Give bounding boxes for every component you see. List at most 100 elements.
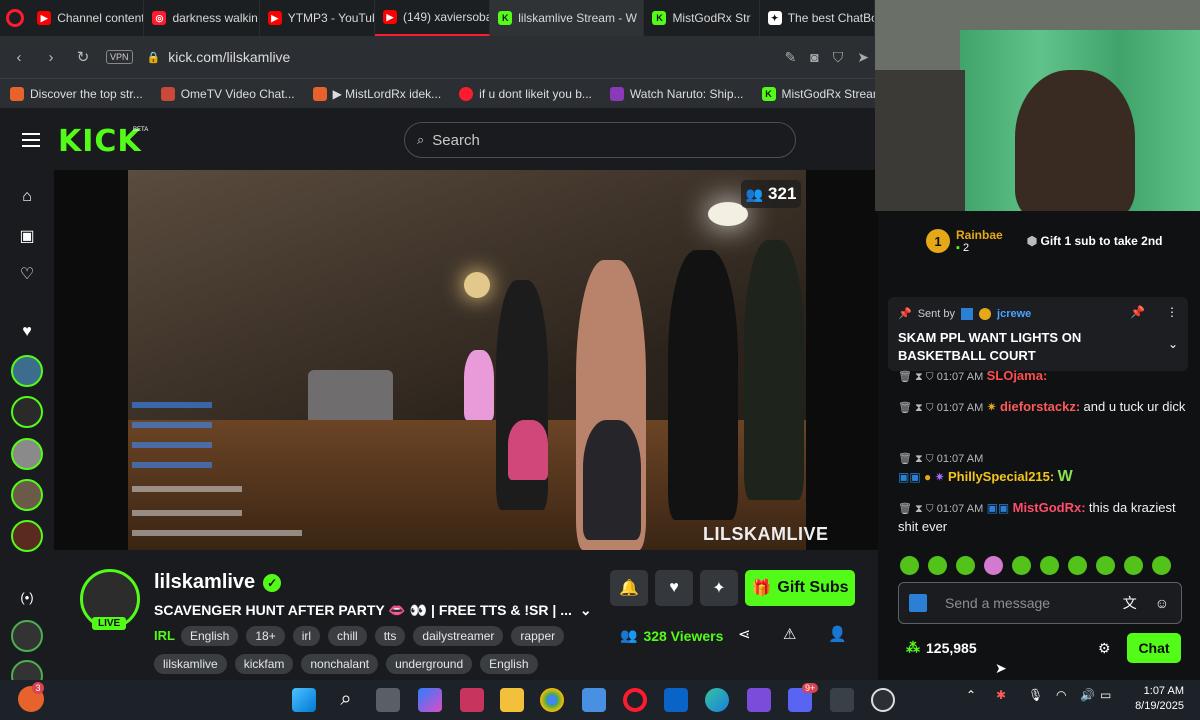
report-icon[interactable]: ⚠: [783, 625, 796, 643]
network-icon[interactable]: ✱: [996, 688, 1006, 702]
chevron-up-icon[interactable]: ⌃: [966, 688, 976, 702]
user-options-icon[interactable]: 👤: [828, 625, 847, 643]
video-player[interactable]: [128, 170, 806, 550]
copilot-icon[interactable]: [418, 688, 442, 712]
emote-icon[interactable]: [1040, 556, 1059, 575]
tag[interactable]: kickfam: [234, 654, 294, 674]
browser-tab[interactable]: K MistGodRx Str: [644, 0, 760, 36]
clipchamp-icon[interactable]: [747, 688, 771, 712]
channel-avatar[interactable]: [11, 620, 43, 652]
chevron-down-icon[interactable]: ⌄: [580, 602, 592, 619]
live-broadcast-icon[interactable]: (•): [17, 590, 37, 610]
unpin-icon[interactable]: 📌: [1130, 305, 1145, 319]
browse-icon[interactable]: ▣: [17, 226, 37, 246]
chat-send-button[interactable]: Chat: [1127, 633, 1181, 663]
reload-icon[interactable]: ↻: [74, 48, 92, 66]
url-field[interactable]: kick.com/lilskamlive: [168, 49, 290, 65]
channel-avatar[interactable]: [11, 438, 43, 470]
emote-icon[interactable]: [956, 556, 975, 575]
home-icon[interactable]: ⌂: [17, 188, 37, 208]
channel-avatar[interactable]: [11, 396, 43, 428]
search-icon[interactable]: ⌕: [334, 688, 358, 712]
channel-points[interactable]: ⁂ 125,985: [906, 639, 977, 656]
leader-name[interactable]: Rainbae: [956, 228, 1003, 242]
emote-icon[interactable]: [1096, 556, 1115, 575]
opera-icon[interactable]: [623, 688, 647, 712]
store-icon[interactable]: [582, 688, 606, 712]
emoji-icon[interactable]: ☺: [1155, 595, 1169, 611]
tag[interactable]: 18+: [246, 626, 285, 646]
camera-icon[interactable]: ◙: [810, 49, 818, 65]
favorites-icon[interactable]: ♥: [17, 323, 37, 343]
browser-tab[interactable]: ✦ The best ChatBo: [760, 0, 875, 36]
lock-icon[interactable]: 🔒: [147, 51, 161, 64]
chrome-icon[interactable]: [540, 688, 564, 712]
start-icon[interactable]: [292, 688, 316, 712]
emote-icon[interactable]: [1012, 556, 1031, 575]
tag[interactable]: chill: [328, 626, 367, 646]
emote-icon[interactable]: [1068, 556, 1087, 575]
system-clock[interactable]: 1:07 AM 8/19/2025: [1128, 684, 1184, 714]
pinned-message[interactable]: 📌 Sent by jcrewe 📌 ⋮ SKAM PPL WANT LIGHT…: [888, 297, 1188, 371]
camera-icon[interactable]: [830, 688, 854, 712]
chevron-down-icon[interactable]: ⌄: [1168, 337, 1178, 351]
tag[interactable]: tts: [374, 626, 406, 646]
browser-tab[interactable]: ◎ darkness walkin p: [144, 0, 260, 36]
emote-icon[interactable]: [984, 556, 1003, 575]
browser-tab-active[interactable]: Klilskamlive Stream - W: [490, 0, 645, 36]
obs-icon[interactable]: [871, 688, 895, 712]
back-icon[interactable]: ‹: [10, 49, 28, 66]
menu-icon[interactable]: [22, 133, 40, 147]
emote-icon[interactable]: [928, 556, 947, 575]
tag[interactable]: dailystreamer: [413, 626, 504, 646]
send-icon[interactable]: ➤: [857, 49, 869, 66]
browser-tab[interactable]: ▶(149) xaviersobase: [374, 0, 491, 36]
bookmark-item[interactable]: if u dont likeit you b...: [459, 86, 592, 101]
vpn-badge[interactable]: VPN: [106, 50, 133, 64]
browser-tab[interactable]: ▶ Channel content: [29, 0, 145, 36]
file-explorer-icon[interactable]: [500, 688, 524, 712]
bookmark-item[interactable]: ▶ MistLordRx idek...: [312, 86, 441, 101]
stream-category[interactable]: IRL: [154, 628, 175, 643]
share-icon[interactable]: ⋖: [738, 625, 751, 643]
search-input[interactable]: ⌕ Search: [404, 122, 796, 158]
tag[interactable]: English: [480, 654, 538, 674]
tag[interactable]: English: [181, 626, 239, 646]
volume-icon[interactable]: 🔊: [1080, 688, 1095, 702]
emote-icon[interactable]: [1152, 556, 1171, 575]
gift-subs-button[interactable]: 🎁 Gift Subs: [745, 570, 855, 606]
follow-button[interactable]: ♥: [655, 570, 693, 606]
task-view-icon[interactable]: [376, 688, 400, 712]
edge-icon[interactable]: [705, 688, 729, 712]
notification-bell-button[interactable]: 🔔: [610, 570, 648, 606]
emote-icon[interactable]: [900, 556, 919, 575]
tag[interactable]: rapper: [511, 626, 565, 646]
settings-icon[interactable]: ⚙: [1098, 640, 1111, 657]
emote-icon[interactable]: [1124, 556, 1143, 575]
opera-icon[interactable]: [6, 9, 24, 27]
bookmark-item[interactable]: Watch Naruto: Ship...: [609, 86, 744, 101]
tag[interactable]: lilskamlive: [154, 654, 227, 674]
chat-message-input[interactable]: Send a message 文 ☺: [898, 582, 1182, 624]
outlook-icon[interactable]: [664, 688, 688, 712]
sparkle-button[interactable]: ✦: [700, 570, 738, 606]
wifi-icon[interactable]: ◠: [1056, 688, 1066, 702]
translate-icon[interactable]: 文: [1123, 593, 1137, 613]
battery-icon[interactable]: ▭: [1100, 688, 1111, 702]
app-icon[interactable]: [460, 688, 484, 712]
forward-icon[interactable]: ›: [42, 49, 60, 66]
channel-avatar[interactable]: [11, 355, 43, 387]
shield-icon[interactable]: ⛉: [833, 49, 844, 66]
browser-tab[interactable]: ▶YTMP3 - YouTube: [260, 0, 375, 36]
gift-sub-prompt[interactable]: ⬢ Gift 1 sub to take 2nd: [1027, 234, 1163, 248]
kick-logo[interactable]: KICK: [58, 124, 142, 159]
tag[interactable]: underground: [386, 654, 473, 674]
microphone-icon[interactable]: 🎙: [1028, 688, 1043, 702]
edit-icon[interactable]: ✎: [785, 49, 797, 66]
streamer-name[interactable]: lilskamlive ✓: [154, 571, 282, 594]
tag[interactable]: nonchalant: [301, 654, 379, 674]
bookmark-item[interactable]: Discover the top str...: [10, 86, 143, 101]
bookmark-item[interactable]: OmeTV Video Chat...: [160, 86, 295, 101]
channel-avatar[interactable]: [11, 479, 43, 511]
more-options-icon[interactable]: ⋮: [1166, 305, 1178, 319]
